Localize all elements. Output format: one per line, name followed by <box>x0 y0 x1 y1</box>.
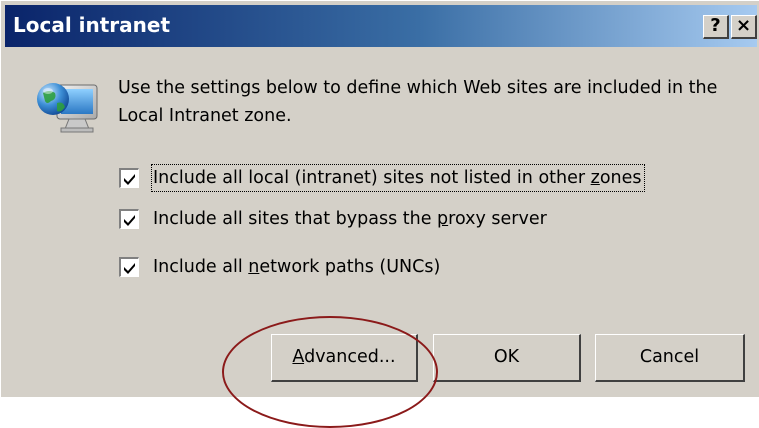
accelerator-key: p <box>437 209 449 229</box>
label-text: Include all sites that bypass the <box>153 209 438 229</box>
network-paths-label[interactable]: Include all network paths (UNCs) <box>153 254 440 280</box>
local-intranet-dialog: Local intranet ? × Use the settings belo… <box>0 0 759 428</box>
checkmark-icon <box>124 263 135 274</box>
network-paths-checkbox[interactable] <box>119 257 139 277</box>
bypass-proxy-label[interactable]: Include all sites that bypass the proxy … <box>153 206 547 232</box>
label-text: Include all <box>153 257 249 277</box>
checkmark-icon <box>124 215 135 226</box>
accelerator-key: n <box>248 257 260 277</box>
label-text: roxy server <box>448 209 547 229</box>
window-title: Local intranet <box>13 13 171 37</box>
title-bar[interactable]: Local intranet ? × <box>5 5 757 47</box>
advanced-button[interactable]: Advanced... <box>271 334 418 382</box>
help-button[interactable]: ? <box>703 15 729 39</box>
label-text: ones <box>599 168 642 188</box>
cancel-button[interactable]: Cancel <box>595 334 745 382</box>
label-text: etwork paths (UNCs) <box>259 257 441 277</box>
description-text: Use the settings below to define which W… <box>118 78 718 126</box>
button-label: dvanced... <box>304 347 396 367</box>
local-sites-checkbox[interactable] <box>119 168 139 188</box>
close-button[interactable]: × <box>731 15 757 39</box>
label-text: Include all local (intranet) sites not l… <box>153 168 591 188</box>
ok-button[interactable]: OK <box>433 334 581 382</box>
checkmark-icon <box>124 174 135 185</box>
network-globe-computer-icon <box>35 71 103 139</box>
accelerator-key: A <box>292 347 305 367</box>
bypass-proxy-checkbox[interactable] <box>119 209 139 229</box>
accelerator-key: z <box>590 168 600 188</box>
local-sites-label[interactable]: Include all local (intranet) sites not l… <box>151 164 645 192</box>
